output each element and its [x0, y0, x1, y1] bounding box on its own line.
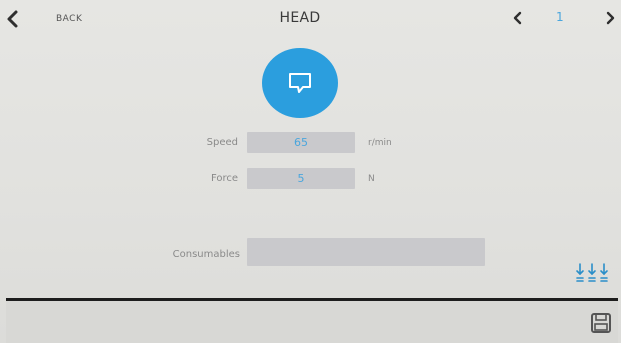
speed-label: Speed	[206, 137, 238, 148]
next-page-chevron-right-icon[interactable]	[602, 9, 618, 27]
speed-unit: r/min	[368, 138, 392, 148]
consumables-label: Consumables	[172, 249, 240, 260]
force-label: Force	[210, 173, 238, 184]
head-icon[interactable]	[262, 48, 338, 118]
header: BACK HEAD 1	[0, 0, 621, 38]
tool-adjust-icon[interactable]	[574, 262, 610, 284]
consumables-field[interactable]	[247, 238, 485, 266]
footer-bar	[6, 301, 618, 343]
save-icon[interactable]	[590, 312, 612, 334]
prev-page-chevron-left-icon[interactable]	[510, 9, 526, 27]
force-unit: N	[368, 174, 375, 184]
head-glyph-icon	[289, 73, 311, 93]
screen: BACK HEAD 1 Speed 65 r/min Force 5 N Con…	[0, 0, 621, 343]
force-field[interactable]: 5	[247, 168, 355, 189]
speed-field[interactable]: 65	[247, 132, 355, 153]
page-number: 1	[556, 10, 564, 24]
